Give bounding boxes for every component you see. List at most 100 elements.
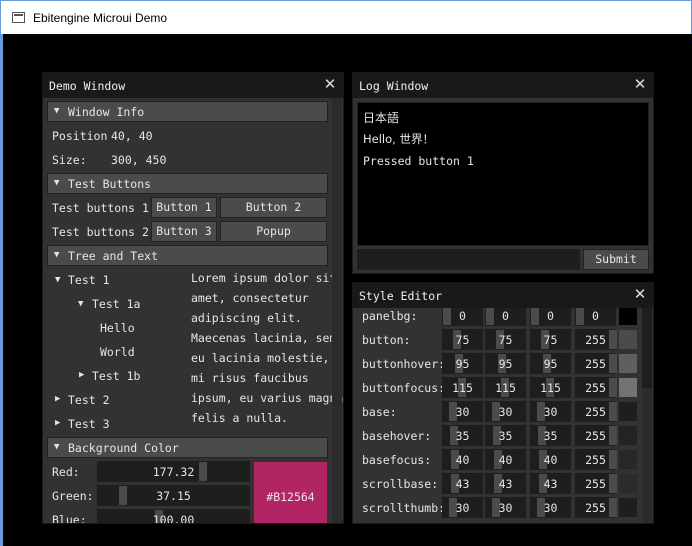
- popup-button[interactable]: Popup: [220, 221, 327, 242]
- style-value-slider[interactable]: 255: [575, 401, 617, 422]
- green-slider-value: 37.15: [156, 489, 191, 503]
- style-value-slider[interactable]: 75: [530, 329, 571, 350]
- blue-slider[interactable]: 100.00: [97, 509, 250, 523]
- style-value-slider[interactable]: 0: [485, 308, 526, 326]
- style-value-slider[interactable]: 30: [485, 401, 526, 422]
- window-info-header[interactable]: ▼ Window Info: [47, 101, 328, 122]
- style-row-label: scrollthumb:: [362, 501, 446, 515]
- chevron-right-icon[interactable]: ▶: [55, 418, 60, 428]
- lorem-line: Maecenas lacinia, sem: [191, 331, 337, 345]
- style-value-slider[interactable]: 40: [485, 449, 526, 470]
- style-value: 43: [498, 477, 513, 491]
- style-value: 43: [455, 477, 470, 491]
- demo-window-close-icon[interactable]: ✕: [323, 77, 337, 92]
- style-value-slider[interactable]: 255: [575, 497, 617, 518]
- log-input[interactable]: [357, 249, 580, 270]
- style-value-slider[interactable]: 40: [530, 449, 571, 470]
- os-titlebar[interactable]: Ebitengine Microui Demo: [0, 0, 692, 34]
- style-editor-close-icon[interactable]: ✕: [633, 287, 647, 302]
- style-value-slider[interactable]: 0: [442, 308, 483, 326]
- style-color-swatch: [619, 330, 637, 349]
- style-value-slider[interactable]: 30: [442, 401, 483, 422]
- tree-node-test-3[interactable]: Test 3: [68, 417, 110, 431]
- style-value-slider[interactable]: 75: [442, 329, 483, 350]
- green-slider[interactable]: 37.15: [97, 485, 250, 506]
- chevron-down-icon[interactable]: ▼: [55, 275, 60, 285]
- chevron-right-icon[interactable]: ▶: [79, 370, 84, 380]
- style-row-label: buttonfocus:: [362, 381, 446, 395]
- style-value-slider[interactable]: 40: [442, 449, 483, 470]
- log-line: Pressed button 1: [363, 154, 474, 168]
- style-value-slider[interactable]: 35: [485, 425, 526, 446]
- log-window-close-icon[interactable]: ✕: [633, 77, 647, 92]
- style-value-slider[interactable]: 0: [575, 308, 616, 326]
- style-row-label: button:: [362, 333, 411, 347]
- style-value: 30: [498, 501, 513, 515]
- size-value: 300, 450: [111, 153, 167, 167]
- test-buttons-header-label: Test Buttons: [68, 177, 152, 191]
- background-color-header[interactable]: ▼ Background Color: [47, 437, 328, 458]
- style-value-slider[interactable]: 255: [575, 329, 617, 350]
- style-value: 255: [585, 453, 606, 467]
- style-value-slider[interactable]: 30: [442, 497, 483, 518]
- style-value-slider[interactable]: 115: [485, 377, 526, 398]
- style-editor-scrollbar-thumb[interactable]: [642, 308, 652, 388]
- style-value-slider[interactable]: 255: [575, 425, 617, 446]
- style-value: 75: [498, 333, 513, 347]
- style-value-slider[interactable]: 30: [530, 497, 571, 518]
- style-value-slider[interactable]: 35: [442, 425, 483, 446]
- log-window[interactable]: Log Window ✕ 日本語 Hello, 世界！ Pressed butt…: [352, 72, 654, 274]
- button-2[interactable]: Button 2: [220, 197, 327, 218]
- style-value-slider[interactable]: 43: [485, 473, 526, 494]
- style-value-slider[interactable]: 255: [575, 353, 617, 374]
- style-value-slider[interactable]: 43: [442, 473, 483, 494]
- tree-and-text-header[interactable]: ▼ Tree and Text: [47, 245, 328, 266]
- style-value-slider[interactable]: 75: [485, 329, 526, 350]
- style-value: 40: [498, 453, 513, 467]
- log-window-titlebar[interactable]: Log Window ✕: [353, 73, 653, 98]
- style-value-slider[interactable]: 30: [485, 497, 526, 518]
- demo-window-titlebar[interactable]: Demo Window ✕: [43, 73, 343, 98]
- style-editor-window[interactable]: Style Editor ✕ panelbg: 0 0 0 0 button: 75 75 75…: [352, 282, 654, 524]
- lorem-line: mi risus faucibus: [191, 371, 309, 385]
- style-value: 95: [498, 357, 513, 371]
- style-value-slider[interactable]: 0: [530, 308, 571, 326]
- style-value: 95: [543, 357, 558, 371]
- style-value-slider[interactable]: 255: [575, 377, 617, 398]
- chevron-down-icon: ▼: [54, 106, 60, 116]
- chevron-right-icon[interactable]: ▶: [55, 394, 60, 404]
- tree-node-test-1b[interactable]: Test 1b: [92, 369, 140, 383]
- style-editor-titlebar[interactable]: Style Editor ✕: [353, 283, 653, 308]
- lorem-line: eu lacinia molestie,: [191, 351, 330, 365]
- lorem-line: felis a nulla.: [191, 411, 288, 425]
- style-value-slider[interactable]: 30: [530, 401, 571, 422]
- background-color-header-label: Background Color: [68, 441, 179, 455]
- style-color-swatch: [619, 498, 637, 517]
- chevron-down-icon[interactable]: ▼: [78, 299, 83, 309]
- style-editor-scrollbar[interactable]: [642, 308, 652, 523]
- style-value-slider[interactable]: 95: [485, 353, 526, 374]
- submit-button[interactable]: Submit: [583, 249, 649, 270]
- tree-node-test-2[interactable]: Test 2: [68, 393, 110, 407]
- tree-node-test-1a[interactable]: Test 1a: [92, 297, 140, 311]
- demo-window[interactable]: Demo Window ✕ ▼ Window Info Position 40,…: [42, 72, 344, 524]
- style-value: 75: [543, 333, 558, 347]
- test-buttons-header[interactable]: ▼ Test Buttons: [47, 173, 328, 194]
- style-row-label: basefocus:: [362, 453, 432, 467]
- style-value-slider[interactable]: 95: [530, 353, 571, 374]
- demo-window-scrollbar[interactable]: [332, 98, 342, 523]
- button-3[interactable]: Button 3: [151, 221, 217, 242]
- chevron-down-icon: ▼: [54, 250, 60, 260]
- style-value-slider[interactable]: 255: [575, 449, 617, 470]
- style-value-slider[interactable]: 95: [442, 353, 483, 374]
- style-value-slider[interactable]: 35: [530, 425, 571, 446]
- style-value-slider[interactable]: 43: [530, 473, 571, 494]
- style-value-slider[interactable]: 115: [442, 377, 483, 398]
- chevron-down-icon: ▼: [54, 178, 60, 188]
- style-color-swatch: [619, 474, 637, 493]
- red-slider[interactable]: 177.32: [97, 461, 250, 482]
- button-1[interactable]: Button 1: [151, 197, 217, 218]
- style-value-slider[interactable]: 255: [575, 473, 617, 494]
- tree-node-test-1[interactable]: Test 1: [68, 273, 110, 287]
- style-value-slider[interactable]: 115: [530, 377, 571, 398]
